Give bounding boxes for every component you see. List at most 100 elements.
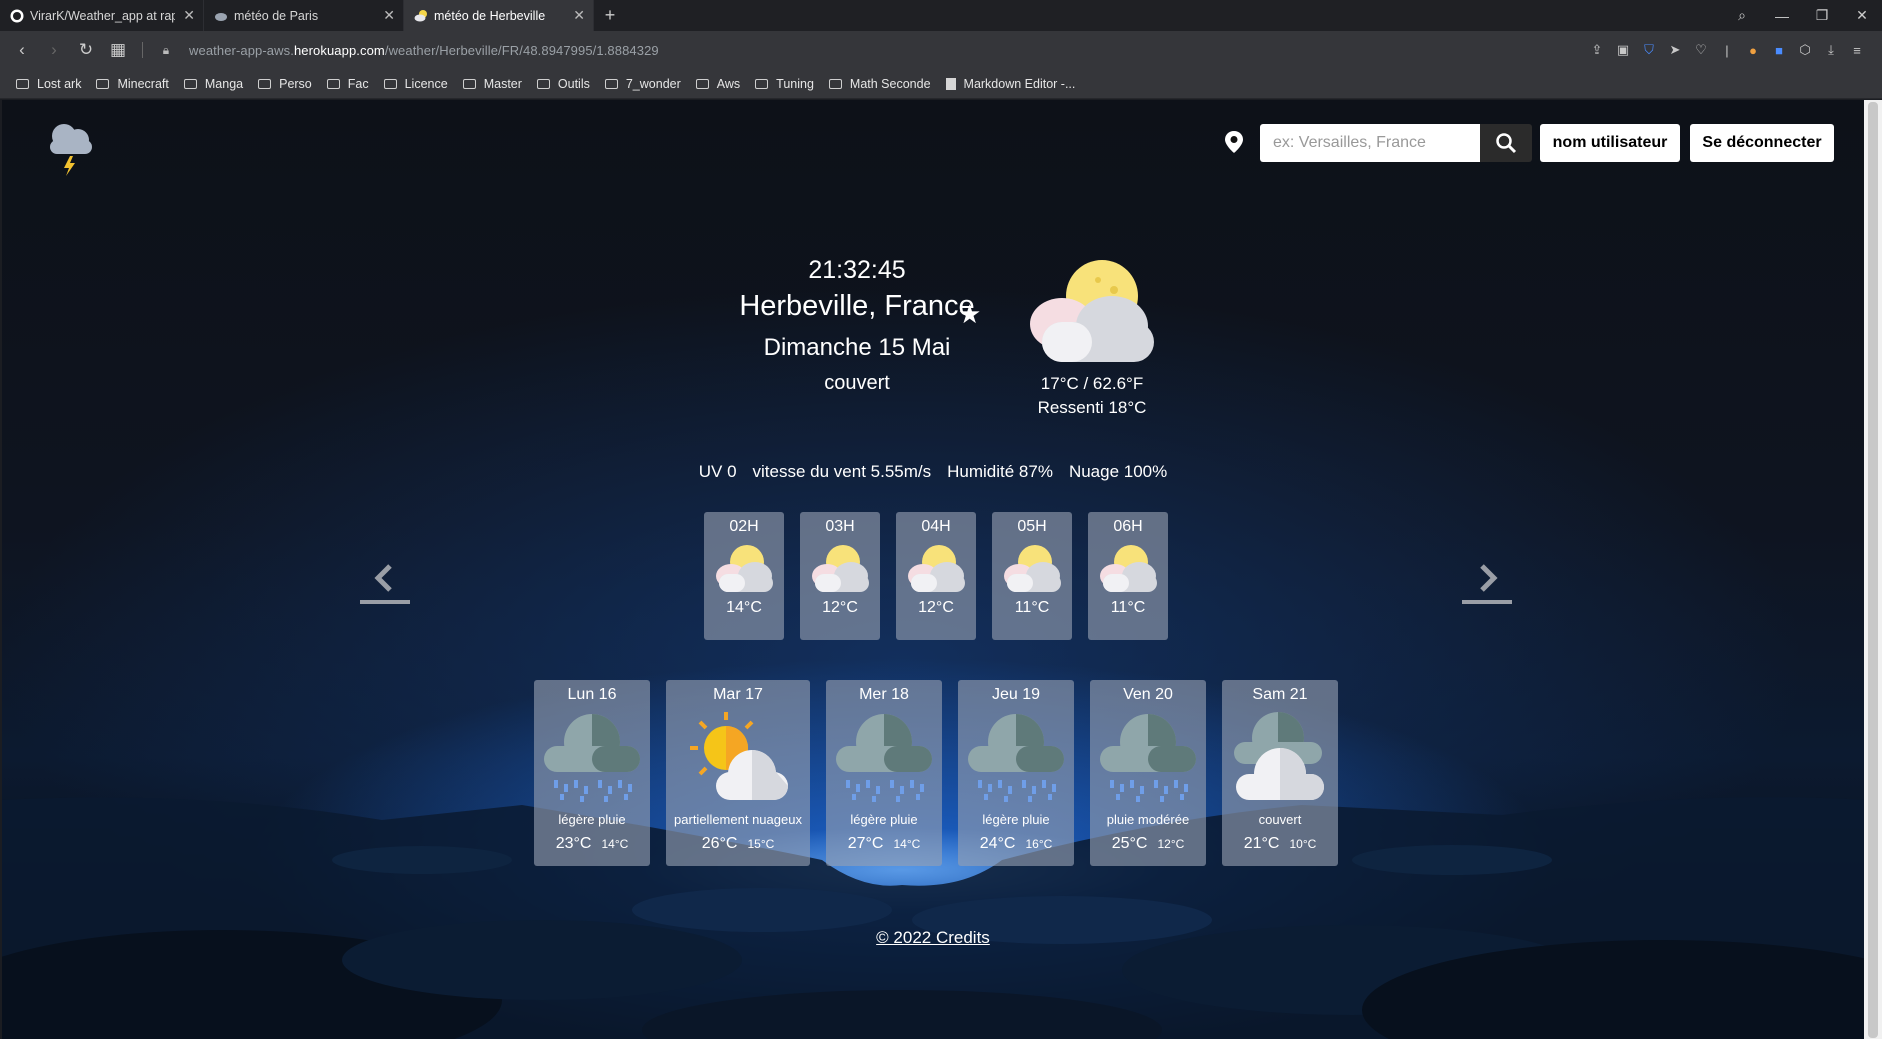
sun-cloud-icon (414, 9, 428, 23)
day-max: 25°C (1111, 835, 1148, 852)
sun-cloud-icon (1100, 545, 1157, 592)
close-window-icon[interactable]: ✕ (1842, 7, 1882, 24)
credits-link[interactable]: © 2022 Credits (2, 928, 1864, 948)
minimize-icon[interactable]: — (1762, 8, 1802, 24)
search-button[interactable] (1480, 124, 1532, 162)
hour-temperature: 12°C (918, 599, 954, 616)
new-tab-button[interactable]: + (594, 0, 626, 31)
restore-icon[interactable]: ❐ (1802, 7, 1842, 24)
hour-label: 04H (921, 518, 951, 535)
hour-label: 02H (729, 518, 759, 535)
reload-icon[interactable]: ↻ (70, 40, 102, 60)
share-icon[interactable]: ⇪ (1584, 42, 1610, 58)
folder-icon (16, 78, 29, 89)
day-min: 15°C (747, 837, 775, 851)
folder-icon (258, 78, 272, 89)
daily-card[interactable]: Sam 21 couvert 21°C 10°C (1222, 680, 1338, 866)
bookmark-page[interactable]: Markdown Editor -... (945, 77, 1075, 91)
day-max: 21°C (1243, 835, 1280, 852)
hourly-card[interactable]: 04H 12°C (896, 512, 976, 640)
rain-icon (1100, 714, 1196, 802)
tab-title: météo de Herbeville (434, 8, 546, 23)
storm-cloud-logo[interactable] (42, 116, 98, 176)
daily-card[interactable]: Ven 20 pluie modérée 25°C 12°C (1090, 680, 1206, 866)
hourly-card[interactable]: 02H 14°C (704, 512, 784, 640)
browser-tab-strip: VirarK/Weather_app at rap ✕ météo de Par… (0, 0, 1882, 31)
back-icon[interactable]: ‹ (6, 40, 38, 60)
bookmark-folder[interactable]: Manga (183, 77, 243, 91)
bookmark-folder[interactable]: Perso (258, 77, 312, 91)
logout-button[interactable]: Se déconnecter (1690, 124, 1834, 162)
sun-cloud-icon (1004, 545, 1061, 592)
url-field[interactable]: weather-app-aws.herokuapp.com/weather/He… (189, 43, 659, 58)
divider (142, 42, 143, 58)
close-icon[interactable]: ✕ (383, 7, 395, 24)
hourly-card[interactable]: 06H 11°C (1088, 512, 1168, 640)
daily-card[interactable]: Jeu 19 légère pluie 24°C 16°C (958, 680, 1074, 866)
forward-icon[interactable]: › (38, 40, 70, 60)
daily-card[interactable]: Mar 17 partiellement nuageux 26°C 15°C (666, 680, 810, 866)
menu-icon[interactable]: ≡ (1844, 43, 1870, 58)
folder-icon (96, 78, 110, 89)
day-label: Mar 17 (713, 686, 763, 703)
bookmark-folder[interactable]: Minecraft (96, 77, 169, 91)
tab-paris[interactable]: météo de Paris ✕ (204, 0, 404, 31)
tab-herbeville[interactable]: météo de Herbeville ✕ (404, 0, 594, 31)
current-condition: couvert (824, 372, 890, 394)
grid-icon[interactable]: ▦ (102, 40, 134, 60)
bookmark-folder[interactable]: Outils (536, 77, 590, 91)
extension-icon[interactable]: ● (1740, 43, 1766, 58)
rain-icon (836, 714, 932, 802)
hour-label: 05H (1017, 518, 1047, 535)
day-min: 14°C (893, 837, 921, 851)
sun-cloud-icon (690, 712, 788, 800)
lock-icon[interactable]: 🔒︎ (157, 43, 175, 58)
cube-icon[interactable]: ⬡ (1792, 42, 1818, 58)
camera-icon[interactable]: ▣ (1610, 42, 1636, 58)
next-arrow-icon[interactable] (1462, 558, 1512, 606)
send-icon[interactable]: ➤ (1662, 42, 1688, 58)
search-tabs-icon[interactable]: ⌕ (1722, 7, 1762, 24)
bookmark-folder[interactable]: 7_wonder (604, 77, 681, 91)
hourly-card[interactable]: 03H 12°C (800, 512, 880, 640)
day-temperatures: 27°C 14°C (826, 835, 942, 853)
bookmark-folder[interactable]: Math Seconde (828, 77, 931, 91)
daily-card[interactable]: Lun 16 légère pluie 23°C 14°C (534, 680, 650, 866)
previous-arrow-icon[interactable] (360, 558, 410, 606)
bookmark-folder[interactable]: Master (462, 77, 522, 91)
download-icon[interactable]: ⤓ (1818, 42, 1844, 58)
day-temperatures: 26°C 15°C (666, 835, 810, 853)
daily-card[interactable]: Mer 18 légère pluie 27°C 14°C (826, 680, 942, 866)
scrollbar-thumb[interactable] (1868, 102, 1878, 1038)
folder-icon (828, 78, 842, 89)
bookmark-folder[interactable]: Licence (383, 77, 448, 91)
bookmark-folder[interactable]: Fac (326, 77, 369, 91)
day-summary: partiellement nuageux (674, 812, 802, 827)
search-input[interactable] (1260, 124, 1480, 162)
bookmarks-bar: Lost ark Minecraft Manga Perso Fac Licen… (0, 69, 1882, 99)
bookmark-folder[interactable]: Tuning (755, 77, 814, 91)
tab-github[interactable]: VirarK/Weather_app at rap ✕ (0, 0, 204, 31)
day-label: Sam 21 (1252, 686, 1308, 703)
hourly-card[interactable]: 05H 11°C (992, 512, 1072, 640)
location-pin-icon[interactable] (1224, 130, 1244, 154)
search-icon (1496, 133, 1517, 154)
bookmark-folder[interactable]: Aws (695, 77, 740, 91)
day-min: 14°C (601, 837, 629, 851)
bookmark-folder[interactable]: Lost ark (16, 77, 81, 91)
shield-icon[interactable]: ⛉ (1636, 42, 1662, 58)
tab-title: VirarK/Weather_app at rap (30, 8, 176, 23)
rain-icon (968, 714, 1064, 802)
address-bar: ‹ › ↻ ▦ 🔒︎ weather-app-aws.herokuapp.com… (0, 31, 1882, 69)
close-icon[interactable]: ✕ (183, 7, 195, 24)
close-icon[interactable]: ✕ (573, 7, 585, 24)
page-scrollbar[interactable] (1864, 100, 1882, 1039)
translate-icon[interactable]: ■ (1766, 43, 1792, 58)
user-button[interactable]: nom utilisateur (1540, 124, 1680, 162)
day-label: Lun 16 (567, 686, 617, 703)
favorite-star-icon[interactable]: ★ (958, 299, 981, 330)
hour-temperature: 14°C (726, 599, 762, 616)
heart-icon[interactable]: ♡ (1688, 42, 1714, 58)
day-min: 12°C (1157, 837, 1185, 851)
folder-icon (695, 78, 709, 89)
